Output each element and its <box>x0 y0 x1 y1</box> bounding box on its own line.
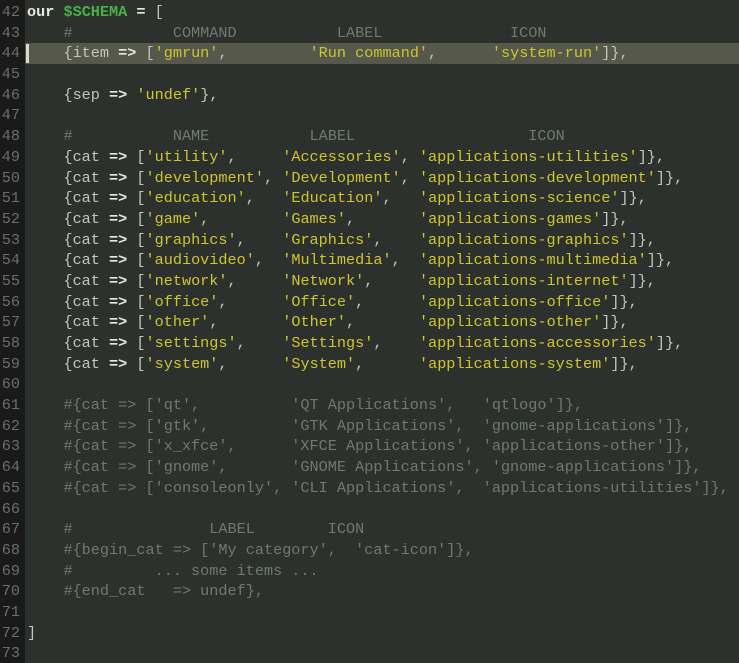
line-number: 61 <box>0 395 25 416</box>
code-text: {cat => ['graphics', 'Graphics', 'applic… <box>27 230 656 249</box>
code-text: {cat => ['office', 'Office', 'applicatio… <box>27 292 638 311</box>
code-line[interactable]: 53 {cat => ['graphics', 'Graphics', 'app… <box>0 229 739 251</box>
code-text: {cat => ['settings', 'Settings', 'applic… <box>27 334 684 352</box>
code-text: #{cat => ['gtk', 'GTK Applications', 'gn… <box>27 416 693 435</box>
line-number: 52 <box>0 208 25 230</box>
code-line[interactable]: 68 #{begin_cat => ['My category', 'cat-i… <box>0 539 739 561</box>
line-number: 64 <box>0 457 25 478</box>
code-text: {cat => ['audiovideo', 'Multimedia', 'ap… <box>27 251 675 270</box>
line-number: 47 <box>0 105 25 127</box>
code-text: {cat => ['development', 'Development', '… <box>27 168 684 187</box>
line-number: 70 <box>0 581 25 602</box>
line-number: 68 <box>0 539 25 561</box>
line-number: 45 <box>0 64 25 85</box>
text-cursor <box>26 44 29 64</box>
code-text: #{end_cat => undef}, <box>27 582 264 601</box>
line-number: 57 <box>0 312 25 333</box>
line-number: 69 <box>0 560 25 582</box>
code-line[interactable]: 52 {cat => ['game', 'Games', 'applicatio… <box>0 208 739 230</box>
line-number: 67 <box>0 519 25 540</box>
line-number: 63 <box>0 436 25 458</box>
line-number: 43 <box>0 22 25 44</box>
line-number: 54 <box>0 250 25 271</box>
code-lines: 42 our $SCHEMA = [43 # COMMAND LABEL ICON… <box>0 2 739 663</box>
code-line[interactable]: 69 # ... some items ... <box>0 560 739 582</box>
code-line[interactable]: 60 <box>0 374 739 396</box>
line-number: 51 <box>0 188 25 209</box>
code-line[interactable]: 45 <box>0 64 739 85</box>
code-line[interactable]: 57 {cat => ['other', 'Other', 'applicati… <box>0 312 739 333</box>
code-text: #{cat => ['x_xfce', 'XFCE Applications',… <box>27 437 693 456</box>
line-number: 49 <box>0 146 25 168</box>
line-number: 60 <box>0 374 25 396</box>
code-text: # ... some items ... <box>27 561 319 580</box>
code-line[interactable]: 51 {cat => ['education', 'Education', 'a… <box>0 188 739 209</box>
code-line[interactable]: 61 #{cat => ['qt', 'QT Applications', 'q… <box>0 395 739 416</box>
line-number: 44 <box>0 43 25 65</box>
code-text: {cat => ['utility', 'Accessories', 'appl… <box>27 147 666 166</box>
code-line[interactable]: 43 # COMMAND LABEL ICON <box>0 22 739 44</box>
code-line[interactable]: 56 {cat => ['office', 'Office', 'applica… <box>0 291 739 313</box>
code-text: #{cat => ['qt', 'QT Applications', 'qtlo… <box>27 396 583 415</box>
code-line[interactable]: 42 our $SCHEMA = [ <box>0 2 739 23</box>
line-number: 72 <box>0 622 25 644</box>
code-line[interactable]: 59 {cat => ['system', 'System', 'applica… <box>0 353 739 375</box>
line-number: 50 <box>0 167 25 189</box>
code-line[interactable]: 47 <box>0 105 739 127</box>
code-line[interactable]: 46 {sep => 'undef'}, <box>0 84 739 106</box>
code-text: {cat => ['system', 'System', 'applicatio… <box>27 354 638 373</box>
code-text: # LABEL ICON <box>27 520 365 539</box>
code-text: {item => ['gmrun', 'Run command', 'syste… <box>27 44 629 63</box>
code-text: {cat => ['network', 'Network', 'applicat… <box>27 271 656 290</box>
line-number: 65 <box>0 477 25 499</box>
code-line[interactable]: 70 #{end_cat => undef}, <box>0 581 739 602</box>
code-text: #{begin_cat => ['My category', 'cat-icon… <box>27 540 474 559</box>
line-number: 58 <box>0 333 25 354</box>
code-line[interactable]: 63 #{cat => ['x_xfce', 'XFCE Application… <box>0 436 739 458</box>
line-number: 56 <box>0 291 25 313</box>
code-line[interactable]: 66 <box>0 498 739 520</box>
code-line[interactable]: 49 {cat => ['utility', 'Accessories', 'a… <box>0 146 739 168</box>
line-number: 55 <box>0 270 25 292</box>
code-text: {cat => ['education', 'Education', 'appl… <box>27 189 647 208</box>
code-text: # COMMAND LABEL ICON <box>27 23 547 42</box>
line-number: 42 <box>0 2 25 23</box>
code-editor: 42 our $SCHEMA = [43 # COMMAND LABEL ICON… <box>0 0 739 663</box>
code-line[interactable]: 54 {cat => ['audiovideo', 'Multimedia', … <box>0 250 739 271</box>
line-number: 73 <box>0 643 25 663</box>
code-line[interactable]: 65 #{cat => ['consoleonly', 'CLI Applica… <box>0 477 739 499</box>
code-text: #{cat => ['consoleonly', 'CLI Applicatio… <box>27 478 729 497</box>
code-line[interactable]: 58 {cat => ['settings', 'Settings', 'app… <box>0 333 739 354</box>
code-line[interactable]: 72] <box>0 622 739 644</box>
line-number: 71 <box>0 601 25 623</box>
code-line[interactable]: 73 <box>0 643 739 663</box>
line-number: 62 <box>0 415 25 437</box>
line-number: 48 <box>0 126 25 147</box>
code-line[interactable]: 50 {cat => ['development', 'Development'… <box>0 167 739 189</box>
code-line[interactable]: 44 {item => ['gmrun', 'Run command', 'sy… <box>0 43 739 65</box>
line-number: 53 <box>0 229 25 251</box>
code-text: our $SCHEMA = [ <box>27 3 164 21</box>
code-line[interactable]: 64 #{cat => ['gnome', 'GNOME Application… <box>0 457 739 478</box>
code-line[interactable]: 48 # NAME LABEL ICON <box>0 126 739 147</box>
code-line[interactable]: 55 {cat => ['network', 'Network', 'appli… <box>0 270 739 292</box>
code-line[interactable]: 71 <box>0 601 739 623</box>
line-number: 46 <box>0 84 25 106</box>
code-text: ] <box>27 623 37 642</box>
code-text: {cat => ['other', 'Other', 'applications… <box>27 313 629 332</box>
line-number: 59 <box>0 353 25 375</box>
code-line[interactable]: 67 # LABEL ICON <box>0 519 739 540</box>
line-number: 66 <box>0 498 25 520</box>
code-text: #{cat => ['gnome', 'GNOME Applications',… <box>27 458 702 477</box>
code-text: # NAME LABEL ICON <box>27 127 565 146</box>
code-line[interactable]: 62 #{cat => ['gtk', 'GTK Applications', … <box>0 415 739 437</box>
code-text: {cat => ['game', 'Games', 'applications-… <box>27 209 629 228</box>
code-text: {sep => 'undef'}, <box>27 85 219 104</box>
